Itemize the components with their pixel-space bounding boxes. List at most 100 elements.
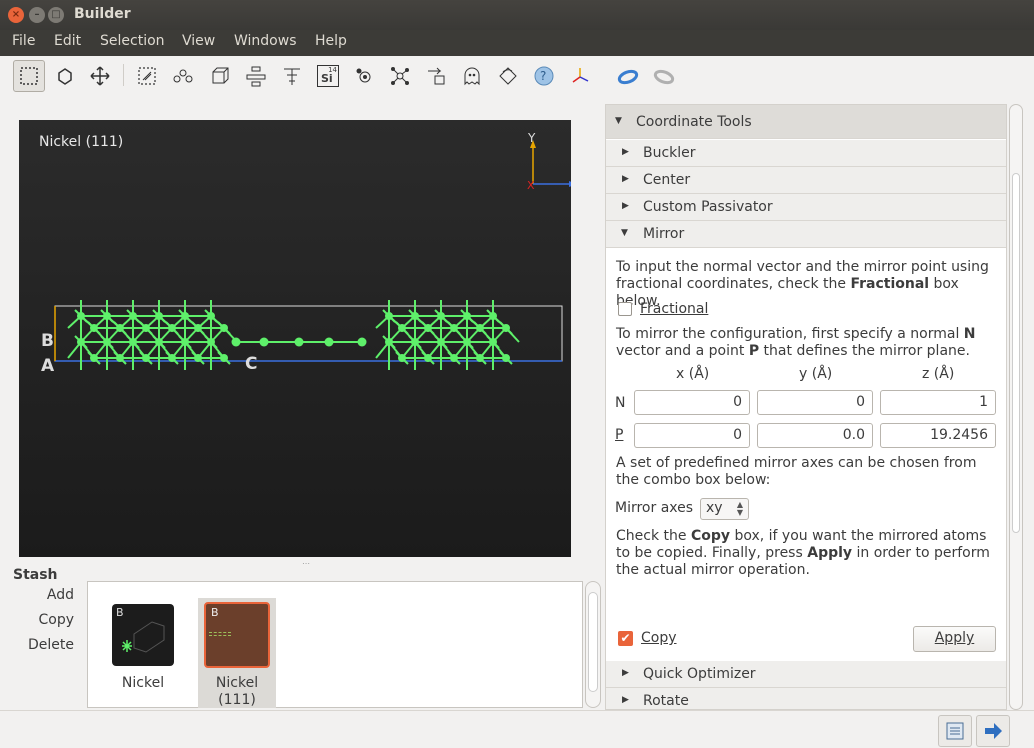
p-x-field[interactable]: 0: [634, 423, 750, 448]
axes-icon[interactable]: [564, 60, 596, 92]
section-custom-passivator[interactable]: ▶ Custom Passivator: [606, 194, 1006, 221]
cube-icon[interactable]: [204, 60, 236, 92]
section-rotate[interactable]: ▶ Rotate: [606, 688, 1006, 709]
ghost-icon[interactable]: [456, 60, 488, 92]
hierarchy-icon[interactable]: [240, 60, 272, 92]
cell-label-a: A: [41, 356, 55, 376]
stash-scrollbar[interactable]: [585, 581, 601, 708]
menu-help[interactable]: Help: [315, 33, 347, 49]
svg-text:?: ?: [540, 69, 546, 83]
tools-panel: ▼ Coordinate Tools ▶ Buckler ▶ Center ▶ …: [605, 104, 1007, 710]
ring-blue-icon[interactable]: [612, 60, 644, 92]
p-y-field[interactable]: 0.0: [757, 423, 873, 448]
section-label: Coordinate Tools: [636, 114, 752, 130]
help-icon[interactable]: ?: [528, 60, 560, 92]
atom[interactable]: [220, 354, 228, 362]
fractional-label[interactable]: Fractional: [640, 301, 708, 317]
stash-add-button[interactable]: Add: [0, 587, 74, 603]
atom[interactable]: [357, 337, 367, 347]
stash-delete-button[interactable]: Delete: [0, 637, 74, 653]
fractional-checkbox[interactable]: [618, 302, 632, 316]
network-icon[interactable]: [384, 60, 416, 92]
minimize-window-button[interactable]: –: [29, 7, 45, 23]
n-y-field[interactable]: 0: [757, 390, 873, 415]
status-bar: [0, 710, 1034, 748]
predefined-axes-text: A set of predefined mirror axes can be c…: [616, 455, 977, 488]
section-label: Mirror: [643, 226, 685, 242]
maximize-window-button[interactable]: □: [48, 7, 64, 23]
atom[interactable]: [259, 337, 269, 347]
apply-button[interactable]: Apply: [913, 626, 996, 652]
expand-arrow-icon: ▶: [622, 174, 629, 184]
window-title: Builder: [74, 6, 131, 22]
axis-y-label: Y: [527, 131, 536, 145]
splitter-handle[interactable]: ⋯: [302, 559, 310, 568]
collapse-arrow-icon: ▼: [621, 228, 628, 238]
atom-group-icon[interactable]: [348, 60, 380, 92]
ring-gray-icon[interactable]: [648, 60, 680, 92]
select-rectangle-icon[interactable]: [13, 60, 45, 92]
stash-item-label: Nickel (111): [215, 675, 259, 708]
mirror-axes-label: Mirror axes: [615, 500, 694, 516]
atom[interactable]: [324, 337, 334, 347]
arrow-transform-icon[interactable]: [420, 60, 452, 92]
section-label: Rotate: [643, 693, 689, 709]
column-x-header: x (Å): [676, 366, 710, 382]
copy-checkbox[interactable]: ✔: [618, 631, 633, 646]
axis-x-label: X: [527, 179, 535, 192]
close-window-button[interactable]: ×: [8, 7, 24, 23]
select-lasso-icon[interactable]: [131, 60, 163, 92]
menu-view[interactable]: View: [182, 33, 215, 49]
toolbar-separator: [123, 64, 124, 86]
stash-copy-button[interactable]: Copy: [0, 612, 74, 628]
atom[interactable]: [220, 324, 228, 332]
menu-bar: File Edit Selection View Windows Help: [0, 30, 1034, 56]
cell-label-c: C: [245, 354, 257, 374]
structure-view[interactable]: Y X Z B A C: [19, 120, 571, 557]
stash-thumbnail-selected[interactable]: B: [204, 602, 270, 668]
atom[interactable]: [502, 324, 510, 332]
atom[interactable]: [294, 337, 304, 347]
section-label: Buckler: [643, 145, 696, 161]
p-z-field[interactable]: 19.2456: [880, 423, 996, 448]
3d-viewport[interactable]: Nickel (111) Y X Z B A C: [19, 120, 571, 557]
rotate-shape-icon[interactable]: [492, 60, 524, 92]
atom-structure[interactable]: [67, 300, 520, 370]
log-window-button[interactable]: [938, 715, 972, 747]
section-coordinate-tools[interactable]: ▼ Coordinate Tools: [606, 105, 1006, 139]
element-symbol: Si: [321, 72, 333, 85]
move-icon[interactable]: [84, 60, 116, 92]
mirror-axes-value: xy: [706, 500, 723, 516]
copy-label[interactable]: Copy: [641, 630, 677, 646]
expand-arrow-icon: ▶: [622, 147, 629, 157]
section-buckler[interactable]: ▶ Buckler: [606, 140, 1006, 167]
row-n-label: N: [615, 395, 626, 411]
section-mirror[interactable]: ▼ Mirror: [606, 221, 1006, 248]
lattice-cell-icon[interactable]: [49, 60, 81, 92]
n-x-field[interactable]: 0: [634, 390, 750, 415]
send-to-button[interactable]: [976, 715, 1010, 747]
row-p-label: P: [615, 427, 624, 443]
n-z-field[interactable]: 1: [880, 390, 996, 415]
toolbar: 14 Si ?: [0, 56, 1034, 94]
section-quick-optimizer[interactable]: ▶ Quick Optimizer: [606, 661, 1006, 688]
menu-edit[interactable]: Edit: [54, 33, 81, 49]
menu-file[interactable]: File: [12, 33, 35, 49]
bond-icon[interactable]: [167, 60, 199, 92]
element-si-icon[interactable]: 14 Si: [312, 60, 344, 92]
collapse-arrow-icon: ▼: [615, 116, 622, 126]
section-center[interactable]: ▶ Center: [606, 167, 1006, 194]
panel-scrollbar[interactable]: [1009, 104, 1023, 710]
menu-selection[interactable]: Selection: [100, 33, 165, 49]
menu-windows[interactable]: Windows: [234, 33, 297, 49]
stash-list[interactable]: B Nickel B Nickel (111): [87, 581, 583, 708]
tree-icon[interactable]: [276, 60, 308, 92]
expand-arrow-icon: ▶: [622, 695, 629, 705]
section-label: Center: [643, 172, 691, 188]
axis-indicator: Y X Z: [527, 131, 571, 192]
atom[interactable]: [231, 337, 241, 347]
mirror-spec-text: To mirror the configuration, first speci…: [616, 326, 976, 359]
atom[interactable]: [502, 354, 510, 362]
mirror-axes-combo[interactable]: xy ▲ ▼: [700, 498, 749, 520]
stash-thumbnail[interactable]: B: [112, 604, 174, 666]
